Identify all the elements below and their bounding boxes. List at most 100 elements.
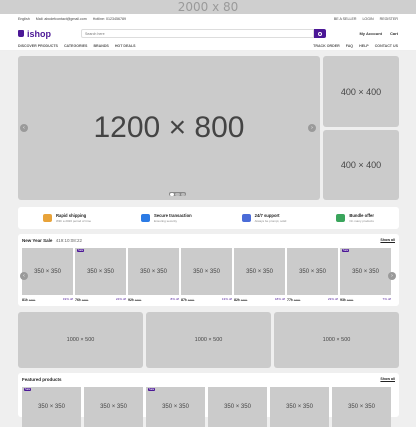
product-card[interactable]: 350 × 350 Sale 93৳100৳ 7% off (340, 248, 391, 304)
product-card[interactable]: 350 × 350 (332, 387, 391, 427)
nav-link-faq[interactable]: FAQ (346, 44, 353, 48)
product-price: 92৳ (128, 298, 134, 302)
price-row: 93৳100৳ 7% off (340, 297, 391, 304)
product-card[interactable]: 350 × 350 Sale (22, 387, 81, 427)
logo-text: ishop (27, 28, 51, 39)
hero-slider-image[interactable]: 1200 × 800 (18, 56, 320, 200)
countdown-timer: 419:10:08:22 (55, 238, 82, 243)
hero-next-arrow[interactable]: › (308, 124, 316, 132)
slider-dot[interactable] (175, 192, 180, 196)
product-card[interactable]: 350 × 350 (208, 387, 267, 427)
product-image-label: 350 × 350 (193, 268, 220, 275)
nav-link-contact-us[interactable]: CONTACT US (375, 44, 398, 48)
product-image[interactable]: 350 × 350 (332, 387, 391, 427)
top-bar: English Mail: abcdefcontact@gmail.com Ho… (0, 14, 416, 24)
feature-item: Rapid shipping With a 2020 period of time (42, 213, 91, 223)
product-image[interactable]: 350 × 350 (208, 387, 267, 427)
top-banner: 2000 x 80 (0, 0, 416, 14)
product-card[interactable]: 350 × 350 82৳100৳ 18% off (234, 248, 285, 304)
feature-icon (336, 214, 346, 222)
discount-label: 8% off (170, 297, 179, 301)
product-image[interactable]: 350 × 350 (287, 248, 338, 295)
price-row: 82৳100৳ 18% off (234, 297, 285, 304)
promo-banner[interactable]: 1000 × 500 (18, 312, 143, 368)
product-card[interactable]: 350 × 350 (84, 387, 143, 427)
feature-icon (241, 214, 251, 222)
search-icon (318, 31, 322, 36)
be-seller-link[interactable]: BE A SELLER (334, 17, 357, 21)
show-all-link[interactable]: Show all (380, 377, 395, 381)
product-card[interactable]: 350 × 350 87৳100৳ 13% off (181, 248, 232, 304)
nav-link-track-order[interactable]: TRACK ORDER (313, 44, 340, 48)
product-image[interactable]: 350 × 350 (22, 248, 73, 295)
product-image[interactable]: 350 × 350 (270, 387, 329, 427)
product-image-label: 350 × 350 (34, 268, 61, 275)
promo-banner[interactable]: 1000 × 500 (274, 312, 399, 368)
carousel-prev-arrow[interactable]: ‹ (20, 272, 28, 280)
product-image[interactable]: 350 × 350 (234, 248, 285, 295)
feature-subtitle: On many products (349, 219, 374, 223)
product-image-label: 350 × 350 (140, 268, 167, 275)
my-account-menu[interactable]: My Account (359, 31, 382, 36)
sale-title: New Year Sale (22, 238, 53, 243)
product-card[interactable]: 350 × 350 Sale 76৳100৳ 24% off (75, 248, 126, 304)
search-button[interactable] (314, 29, 326, 38)
product-old-price: 100৳ (240, 298, 248, 302)
product-card[interactable]: 350 × 350 77৳100৳ 23% off (287, 248, 338, 304)
register-link[interactable]: REGISTER (380, 17, 398, 21)
slider-dot[interactable] (170, 192, 175, 196)
product-old-price: 100৳ (187, 298, 195, 302)
discount-label: 18% off (274, 297, 285, 301)
nav-link-help[interactable]: HELP (359, 44, 369, 48)
product-old-price: 100৳ (346, 298, 354, 302)
feature-item: Secure transaction Ensuring security (140, 213, 192, 223)
nav-link-categories[interactable]: CATEGORIES (64, 44, 88, 48)
feature-item: 24/7 support Always be prompt, solid (241, 213, 286, 223)
nav-link-hot-deals[interactable]: HOT DEALS (115, 44, 136, 48)
login-link[interactable]: LOGIN (362, 17, 373, 21)
promo-banner[interactable]: 1000 × 500 (146, 312, 271, 368)
product-image-label: 350 × 350 (162, 404, 189, 410)
logo[interactable]: ishop (18, 29, 51, 39)
product-image[interactable]: 350 × 350 (181, 248, 232, 295)
product-image[interactable]: 350 × 350 (84, 387, 143, 427)
product-image[interactable]: 350 × 350 Sale (146, 387, 205, 427)
feature-text: Bundle offer On many products (349, 213, 374, 223)
sale-badge: Sale (342, 249, 350, 252)
product-card[interactable]: 350 × 350 (270, 387, 329, 427)
product-price: 77৳ (287, 298, 293, 302)
product-image[interactable]: 350 × 350 Sale (340, 248, 391, 295)
product-image[interactable]: 350 × 350 (128, 248, 179, 295)
product-card[interactable]: 350 × 350 92৳100৳ 8% off (128, 248, 179, 304)
feature-text: Rapid shipping With a 2020 period of time (56, 213, 91, 223)
feature-icon (42, 214, 52, 222)
price-row: 76৳100৳ 24% off (75, 297, 126, 304)
show-all-link[interactable]: Show all (380, 238, 395, 242)
product-price: 93৳ (340, 298, 346, 302)
sale-badge: Sale (24, 388, 32, 391)
product-image-label: 350 × 350 (352, 268, 379, 275)
product-old-price: 100৳ (28, 298, 36, 302)
price-row: 92৳100৳ 8% off (128, 297, 179, 304)
product-image[interactable]: 350 × 350 Sale (22, 387, 81, 427)
discount-label: 7% off (382, 297, 391, 301)
discount-label: 19% off (62, 297, 73, 301)
product-price: 87৳ (181, 298, 187, 302)
product-card[interactable]: 350 × 350 Sale (146, 387, 205, 427)
carousel-next-arrow[interactable]: › (388, 272, 396, 280)
product-price: 76৳ (75, 298, 81, 302)
side-banner-top[interactable]: 400 × 400 (323, 56, 399, 127)
nav-link-brands[interactable]: BRANDS (93, 44, 108, 48)
search-input[interactable] (81, 29, 314, 38)
side-banner-bottom[interactable]: 400 × 400 (323, 130, 399, 200)
language-select[interactable]: English (18, 17, 30, 21)
nav-link-discover-products[interactable]: DISCOVER PRODUCTS (18, 44, 58, 48)
product-old-price: 100৳ (134, 298, 142, 302)
product-card[interactable]: 350 × 350 81৳100৳ 19% off (22, 248, 73, 304)
slider-dot[interactable] (180, 192, 185, 196)
product-image[interactable]: 350 × 350 Sale (75, 248, 126, 295)
cart-button[interactable]: Cart (390, 31, 398, 36)
feature-subtitle: With a 2020 period of time (55, 219, 92, 223)
discount-label: 24% off (115, 297, 126, 301)
hero-prev-arrow[interactable]: ‹ (20, 124, 28, 132)
